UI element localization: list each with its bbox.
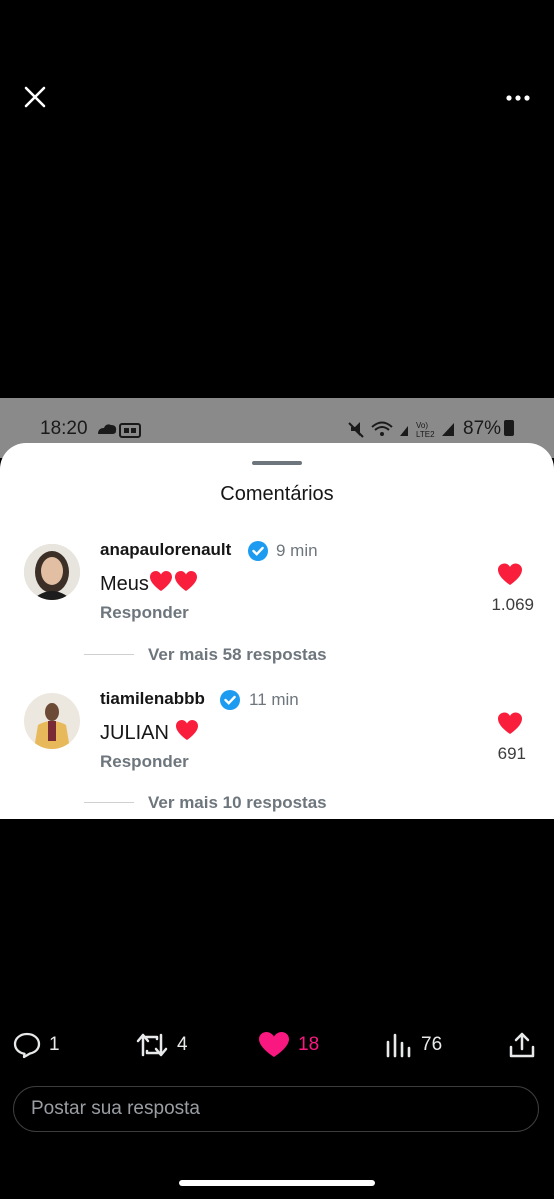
heart-emoji-icon: [149, 571, 197, 591]
comment-username[interactable]: anapaulorenault: [100, 540, 231, 560]
share-button[interactable]: [508, 1031, 536, 1064]
like-action[interactable]: 18: [258, 1031, 319, 1059]
home-indicator[interactable]: [179, 1180, 375, 1186]
reply-action[interactable]: 1: [13, 1031, 60, 1059]
more-icon: [506, 95, 530, 101]
divider: [84, 654, 134, 655]
more-options-button[interactable]: [502, 84, 534, 112]
comment-text: Meus: [100, 571, 199, 596]
views-count: 76: [421, 1034, 443, 1055]
status-icons-left: [96, 420, 142, 443]
like-count: 691: [497, 744, 526, 763]
battery-icon: [504, 420, 514, 436]
like-button[interactable]: [497, 563, 523, 592]
verified-badge-icon: [247, 540, 269, 567]
divider: [84, 802, 134, 803]
status-icons-right: Vo) LTE2: [346, 418, 460, 445]
reply-button[interactable]: Responder: [100, 603, 189, 623]
sheet-title: Comentários: [220, 483, 334, 505]
svg-text:Vo): Vo): [416, 421, 428, 430]
status-time: 18:20: [40, 418, 88, 439]
share-icon: [509, 1032, 535, 1058]
svg-text:LTE2: LTE2: [416, 430, 435, 439]
reply-button[interactable]: Responder: [100, 752, 189, 772]
views-action[interactable]: 76: [385, 1031, 442, 1059]
avatar[interactable]: [24, 544, 80, 600]
heart-icon: [498, 563, 522, 585]
comment-time: 11 min: [249, 690, 299, 709]
view-more-replies[interactable]: Ver mais 58 respostas: [148, 645, 327, 665]
view-more-replies[interactable]: Ver mais 10 respostas: [148, 793, 327, 813]
verified-badge-icon: [219, 689, 241, 716]
repost-count: 4: [177, 1034, 188, 1055]
views-icon: [386, 1033, 411, 1058]
comment-icon: [13, 1032, 41, 1059]
like-count: 1.069: [491, 595, 534, 614]
close-icon: [24, 86, 46, 108]
avatar[interactable]: [24, 693, 80, 749]
heart-icon: [259, 1032, 289, 1057]
sheet-drag-handle[interactable]: [252, 461, 302, 465]
comment-time: 9 min: [276, 541, 318, 560]
comment-username[interactable]: tiamilenabbb: [100, 689, 205, 709]
status-battery: 87%: [463, 418, 502, 439]
repost-icon: [136, 1033, 168, 1057]
close-button[interactable]: [20, 82, 50, 112]
heart-emoji-icon: [176, 720, 199, 740]
repost-action[interactable]: 4: [135, 1031, 188, 1059]
reply-input[interactable]: Postar sua resposta: [13, 1086, 539, 1132]
like-button[interactable]: [497, 712, 523, 741]
comment-text: JULIAN: [100, 720, 200, 745]
heart-icon: [498, 712, 522, 734]
like-count: 18: [298, 1034, 320, 1055]
reply-count: 1: [49, 1034, 60, 1055]
